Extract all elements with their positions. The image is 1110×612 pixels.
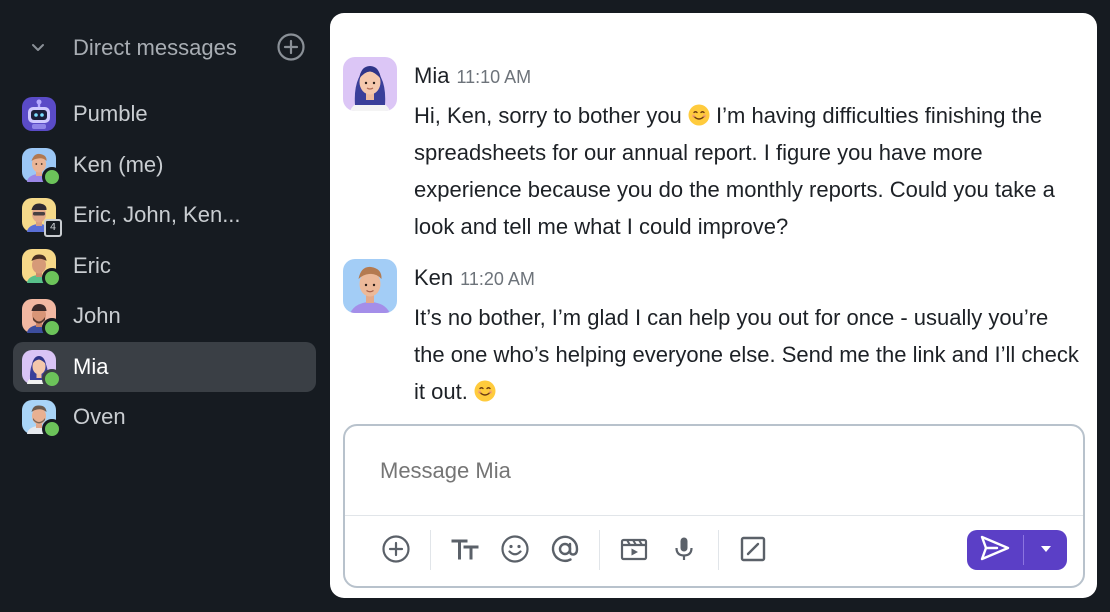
message-author[interactable]: Mia [414,63,449,89]
online-status-dot [42,166,62,187]
send-options-button[interactable] [1024,530,1067,570]
slash-command-icon[interactable] [737,533,769,565]
toolbar-separator [599,530,600,570]
mia-avatar [343,57,397,111]
group-avatar: 4 [22,198,62,240]
microphone-icon[interactable] [668,533,700,565]
message-timestamp: 11:10 AM [456,67,532,87]
pumble-bot-avatar [22,97,56,131]
message-text: It’s no bother, I’m glad I can help you … [414,299,1084,410]
message-header: Mia 11:10 AM [414,63,531,89]
sidebar-item-ken[interactable]: Ken (me) [13,140,316,191]
sidebar-item-oven[interactable]: Oven [13,392,316,443]
composer-toolbar [345,516,1083,584]
online-status-dot [42,267,62,288]
message-text-part: Hi, Ken, sorry to bother you [414,103,688,128]
mia-avatar [22,349,62,392]
smiling-emoji-icon [688,100,710,126]
chat-panel: Mia 11:10 AM Hi, Ken, sorry to bother yo… [330,13,1097,598]
online-status-dot [42,419,62,439]
message-text-part: It’s no bother, I’m glad I can help you … [414,305,1079,404]
oven-avatar [22,400,62,442]
sidebar-item-label: Mia [73,353,109,379]
sidebar-item-label: Pumble [73,101,148,127]
message-mia: Mia 11:10 AM Hi, Ken, sorry to bother yo… [343,57,1083,247]
direct-messages-title: Direct messages [73,35,237,60]
toolbar-separator [718,530,719,570]
sidebar-item-label: Oven [73,404,126,430]
send-button-group [967,530,1067,570]
john-avatar [22,299,62,341]
ken-avatar [22,147,62,190]
message-author[interactable]: Ken [414,265,453,291]
message-input[interactable] [380,458,980,484]
sidebar-item-group[interactable]: 4 Eric, John, Ken... [13,190,316,241]
member-count-badge: 4 [44,219,62,237]
add-direct-message-icon[interactable] [276,32,306,62]
text-format-icon[interactable] [449,533,481,565]
sidebar-item-label: Eric, John, Ken... [73,202,241,228]
message-ken: Ken 11:20 AM It’s no bother, I’m glad I … [343,259,1083,419]
message-timestamp: 11:20 AM [460,269,535,289]
online-status-dot [42,318,62,338]
sidebar-item-mia[interactable]: Mia [13,341,316,392]
sidebar-item-eric[interactable]: Eric [13,241,316,292]
emoji-icon[interactable] [499,533,531,565]
ken-avatar [343,259,397,313]
online-status-dot [42,368,62,389]
direct-messages-header[interactable]: Direct messages [26,28,316,68]
send-icon [980,535,1010,566]
sidebar: Direct messages Pumble Ken (me) 4 Eric, … [0,0,330,612]
mention-icon[interactable] [549,533,581,565]
chevron-down-icon[interactable] [26,36,50,60]
sidebar-item-label: Eric [73,252,111,278]
message-header: Ken 11:20 AM [414,265,535,291]
message-composer [343,424,1085,588]
sidebar-item-label: John [73,303,121,329]
send-button[interactable] [967,530,1023,570]
eric-avatar [22,248,62,291]
smiling-emoji-icon [474,376,496,402]
message-text: Hi, Ken, sorry to bother you I’m having … [414,97,1084,245]
sidebar-item-pumble[interactable]: Pumble [13,89,316,140]
chevron-down-icon [1039,541,1053,559]
video-icon[interactable] [618,533,650,565]
sidebar-item-john[interactable]: John [13,291,316,342]
toolbar-separator [430,530,431,570]
sidebar-item-label: Ken (me) [73,151,164,177]
plus-icon[interactable] [380,533,412,565]
direct-messages-list: Pumble Ken (me) 4 Eric, John, Ken... Eri… [13,89,316,443]
